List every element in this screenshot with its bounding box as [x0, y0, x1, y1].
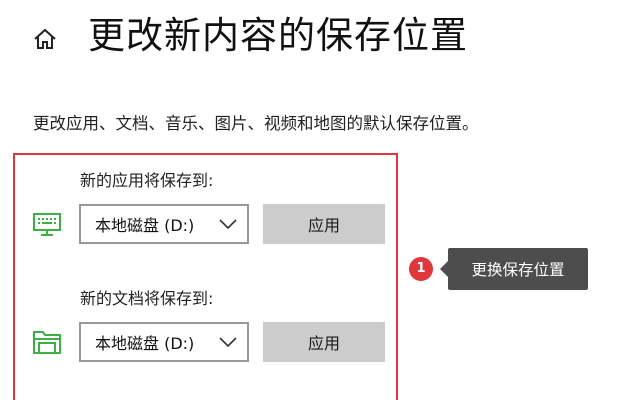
- page-title: 更改新内容的保存位置: [88, 14, 468, 57]
- step-number-badge: 1: [409, 257, 433, 281]
- callout-tooltip: 更换保存位置: [440, 248, 588, 290]
- apps-save-location-label: 新的应用将保存到:: [80, 171, 214, 190]
- docs-drive-dropdown[interactable]: 本地磁盘 (D:): [79, 322, 249, 362]
- settings-page: 更改新内容的保存位置 更改应用、文档、音乐、图片、视频和地图的默认保存位置。 新…: [0, 0, 617, 400]
- apps-apply-button[interactable]: 应用: [263, 204, 385, 244]
- docs-apply-button[interactable]: 应用: [263, 322, 385, 362]
- folder-icon: [33, 331, 61, 354]
- monitor-icon: [33, 213, 61, 236]
- apps-drive-dropdown[interactable]: 本地磁盘 (D:): [79, 204, 249, 244]
- chevron-down-icon: [219, 337, 237, 348]
- callout-text: 更换保存位置: [471, 261, 565, 279]
- chevron-down-icon: [219, 219, 237, 230]
- docs-save-location-label: 新的文档将保存到:: [80, 289, 214, 308]
- page-description: 更改应用、文档、音乐、图片、视频和地图的默认保存位置。: [33, 114, 479, 133]
- home-icon: [34, 28, 56, 49]
- docs-drive-value: 本地磁盘 (D:): [95, 334, 195, 353]
- apps-drive-value: 本地磁盘 (D:): [95, 216, 195, 235]
- home-button[interactable]: [30, 24, 60, 54]
